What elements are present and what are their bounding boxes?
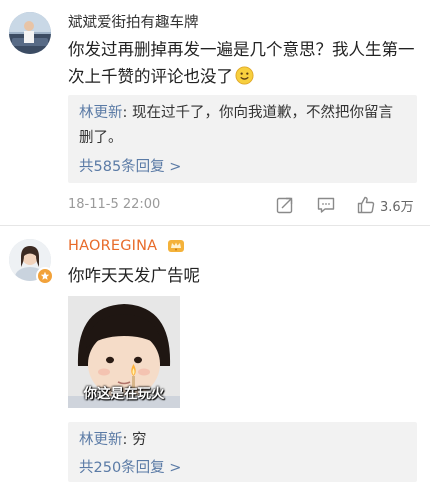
sticker-caption: 你这是在玩火 — [83, 386, 165, 402]
avatar[interactable] — [9, 12, 51, 54]
reply-author[interactable]: 林更新 — [79, 105, 123, 121]
reply-box[interactable]: 林更新: 穷 共250条回复 > — [68, 422, 417, 482]
comment-footer: 18-11-5 22:00 3.6万 — [68, 194, 416, 220]
like-icon — [357, 196, 375, 214]
comment-text: 你咋天天发广告呢 — [68, 266, 200, 285]
comment-item: 斌斌爱街拍有趣车牌 你发过再删掉再发一遍是几个意思？我人生第一次上千赞的评论也没… — [0, 0, 430, 225]
sticker-image[interactable]: 你这是在玩火 — [68, 296, 180, 408]
username[interactable]: HAOREGINA — [68, 238, 157, 254]
reply-author[interactable]: 林更新 — [79, 432, 123, 448]
username[interactable]: 斌斌爱街拍有趣车牌 — [68, 11, 199, 32]
reply-line: 林更新: 现在过千了，你向我道歉，不然把你留言删了。 — [79, 101, 407, 151]
comment-icon[interactable] — [316, 194, 336, 216]
member-crown-icon — [167, 237, 185, 255]
reply-box[interactable]: 林更新: 现在过千了，你向我道歉，不然把你留言删了。 共585条回复 > — [68, 95, 417, 183]
smile-emoji-icon — [235, 66, 254, 85]
verified-badge-icon — [36, 267, 54, 285]
reply-text: 穷 — [132, 432, 147, 448]
comment-item: HAOREGINA 你咋天天发广告呢 你这是在玩火 林更新: 穷 共250条回复… — [0, 226, 430, 489]
like-button[interactable]: 3.6万 — [356, 194, 414, 216]
reply-line: 林更新: 穷 — [79, 428, 407, 453]
like-count: 3.6万 — [380, 199, 414, 215]
reply-separator: : — [122, 105, 132, 121]
reply-separator: : — [122, 432, 132, 448]
timestamp: 18-11-5 22:00 — [68, 197, 161, 212]
more-replies-link[interactable]: 共250条回复 > — [79, 456, 181, 477]
share-icon[interactable] — [275, 194, 295, 216]
more-replies-link[interactable]: 共585条回复 > — [79, 155, 181, 176]
comment-text: 你发过再删掉再发一遍是几个意思？我人生第一次上千赞的评论也没了 — [68, 36, 416, 90]
